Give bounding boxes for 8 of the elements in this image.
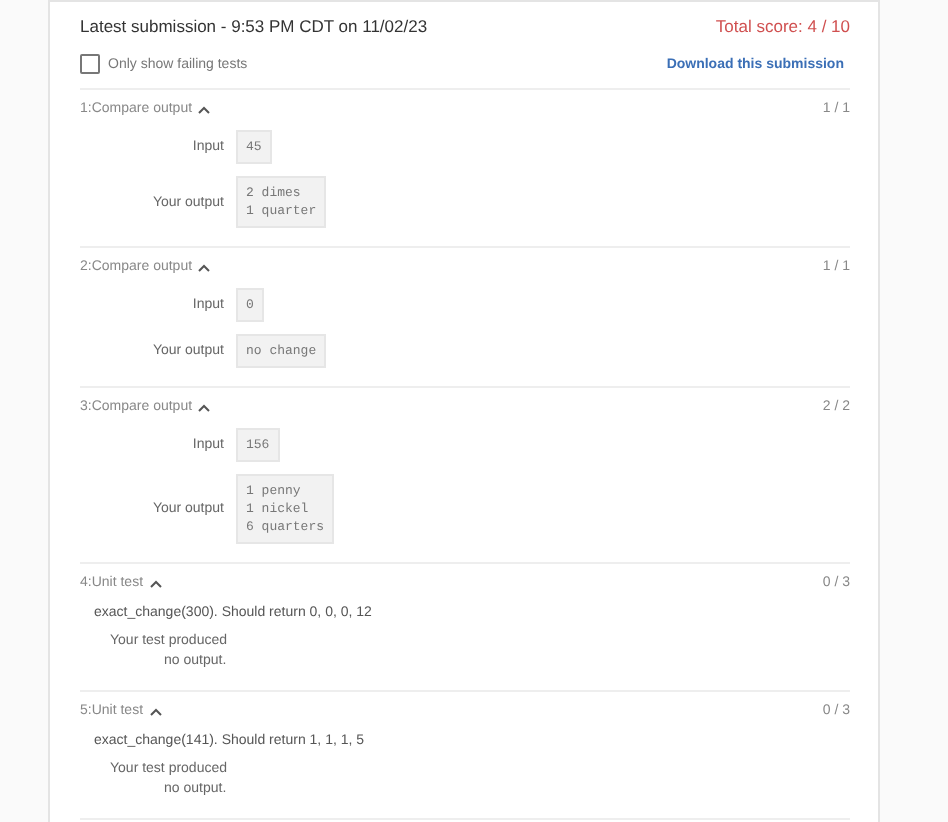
caret-up-icon[interactable] bbox=[198, 403, 211, 411]
caret-up-icon[interactable] bbox=[149, 579, 162, 587]
caret-up-icon[interactable] bbox=[198, 263, 211, 271]
total-score: Total score: 4 / 10 bbox=[715, 16, 850, 36]
caret-up-icon[interactable] bbox=[149, 707, 162, 715]
submission-title: Latest submission - 9:53 PM CDT on 11/02/23 bbox=[80, 16, 428, 36]
checkbox[interactable] bbox=[80, 54, 100, 74]
caret-up-icon[interactable] bbox=[198, 105, 211, 113]
